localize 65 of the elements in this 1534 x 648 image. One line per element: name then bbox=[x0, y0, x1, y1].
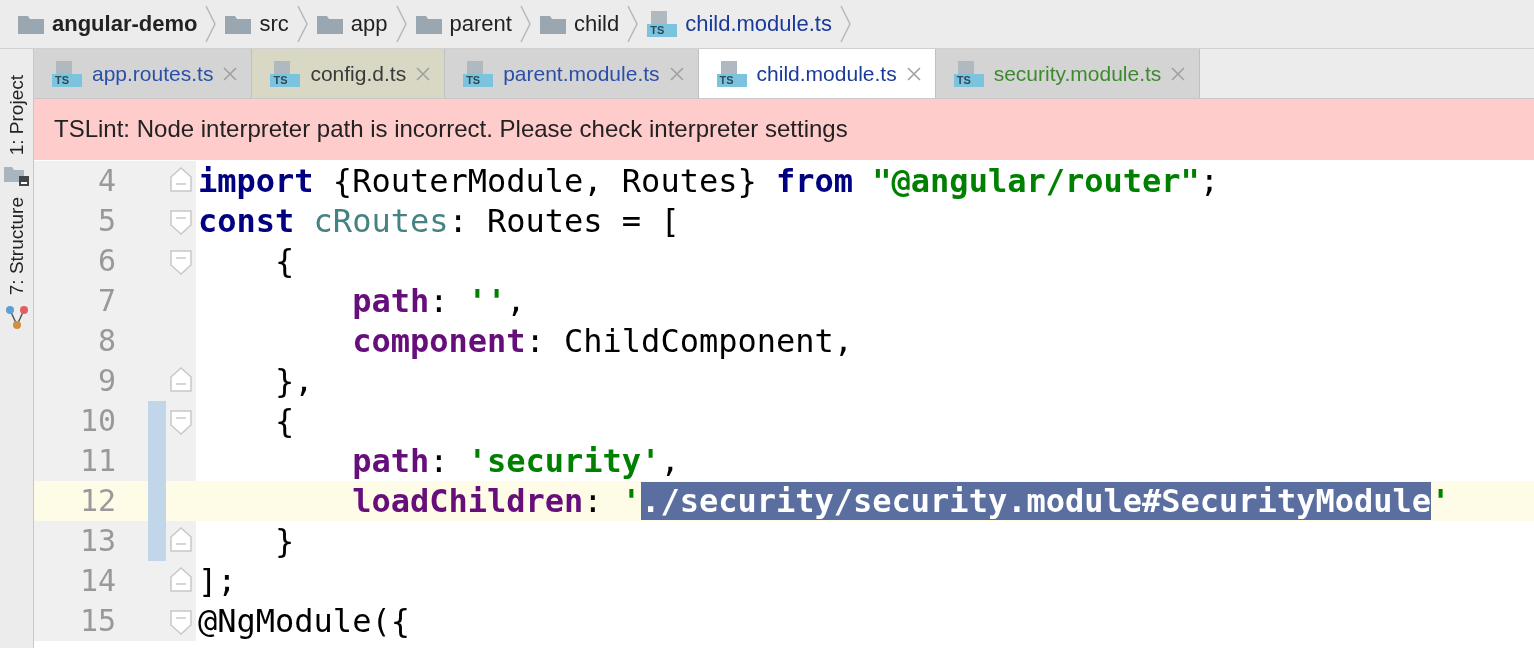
close-icon[interactable] bbox=[906, 66, 921, 81]
close-icon[interactable] bbox=[416, 66, 431, 81]
close-icon[interactable] bbox=[669, 66, 684, 81]
code-line: component: ChildComponent, bbox=[351, 322, 854, 360]
fold-marker-icon[interactable] bbox=[170, 167, 192, 195]
tool-window-tab[interactable]: 1: Project bbox=[5, 69, 28, 162]
code-line: ]; bbox=[197, 562, 237, 600]
code-line: @NgModule({ bbox=[197, 602, 410, 640]
fold-marker-icon[interactable] bbox=[170, 407, 192, 435]
change-marker[interactable] bbox=[148, 521, 166, 561]
folder-icon bbox=[18, 14, 44, 34]
code-line: path: '', bbox=[351, 282, 526, 320]
line-number: 15 bbox=[78, 602, 117, 640]
fold-marker-icon[interactable] bbox=[170, 527, 192, 555]
code-line: import {RouterModule, Routes} from "@angular/router"; bbox=[197, 162, 1220, 200]
chevron-icon bbox=[296, 4, 309, 44]
fold-marker-icon[interactable] bbox=[170, 607, 192, 635]
line-number: 7 bbox=[96, 282, 117, 320]
chevron-icon bbox=[205, 4, 218, 44]
breadcrumb-item[interactable]: app bbox=[310, 11, 394, 37]
code-line: { bbox=[274, 402, 295, 440]
chevron-icon bbox=[395, 4, 408, 44]
editor-tab[interactable]: TS app.routes.ts bbox=[34, 49, 253, 98]
folder-icon bbox=[3, 165, 30, 188]
tool-window-tab[interactable]: 7: Structure bbox=[5, 191, 28, 302]
line-number: 11 bbox=[78, 442, 117, 480]
code-line: }, bbox=[274, 362, 314, 400]
warning-text: TSLint: Node interpreter path is incorrect. Please check interpreter settings bbox=[54, 115, 848, 143]
folder-icon bbox=[415, 14, 442, 34]
chevron-icon bbox=[519, 4, 532, 44]
line-number: 14 bbox=[78, 562, 117, 600]
fold-marker-icon[interactable] bbox=[170, 367, 192, 395]
line-number: 4 bbox=[96, 162, 117, 200]
breadcrumb-item[interactable]: child bbox=[533, 11, 626, 37]
breadcrumb-item[interactable]: TS child.module.ts bbox=[641, 11, 838, 37]
line-number: 12 bbox=[78, 482, 117, 520]
fold-marker-icon[interactable] bbox=[170, 567, 192, 595]
chevron-icon bbox=[627, 4, 640, 44]
fold-marker-icon[interactable] bbox=[170, 207, 192, 235]
fold-marker-icon[interactable] bbox=[170, 247, 192, 275]
editor-tab[interactable]: TS parent.module.ts bbox=[445, 49, 699, 98]
change-marker[interactable] bbox=[148, 401, 166, 441]
line-number: 13 bbox=[78, 522, 117, 560]
code-line: { bbox=[274, 242, 295, 280]
code-line: path: 'security', bbox=[351, 442, 680, 480]
editor-tab[interactable]: TS config.d.ts bbox=[252, 49, 446, 98]
chevron-icon bbox=[839, 4, 852, 44]
line-number: 6 bbox=[96, 242, 117, 280]
breadcrumb-item[interactable]: angular-demo bbox=[12, 11, 204, 37]
breadcrumb-item[interactable]: parent bbox=[409, 11, 518, 37]
close-icon[interactable] bbox=[1171, 66, 1186, 81]
structure-icon bbox=[4, 305, 29, 332]
close-icon[interactable] bbox=[223, 66, 238, 81]
line-number: 8 bbox=[96, 322, 117, 360]
line-number: 10 bbox=[78, 402, 117, 440]
code-line: const cRoutes: Routes = [ bbox=[197, 202, 680, 240]
folder-icon bbox=[225, 14, 252, 34]
editor-tab[interactable]: TS child.module.ts bbox=[698, 49, 936, 98]
editor-tab[interactable]: TS security.module.ts bbox=[935, 49, 1201, 98]
line-number: 5 bbox=[96, 202, 117, 240]
folder-icon bbox=[316, 14, 343, 34]
code-line: } bbox=[274, 522, 295, 560]
breadcrumb-item[interactable]: src bbox=[219, 11, 295, 37]
line-number: 9 bbox=[96, 362, 117, 400]
folder-icon bbox=[539, 14, 566, 34]
